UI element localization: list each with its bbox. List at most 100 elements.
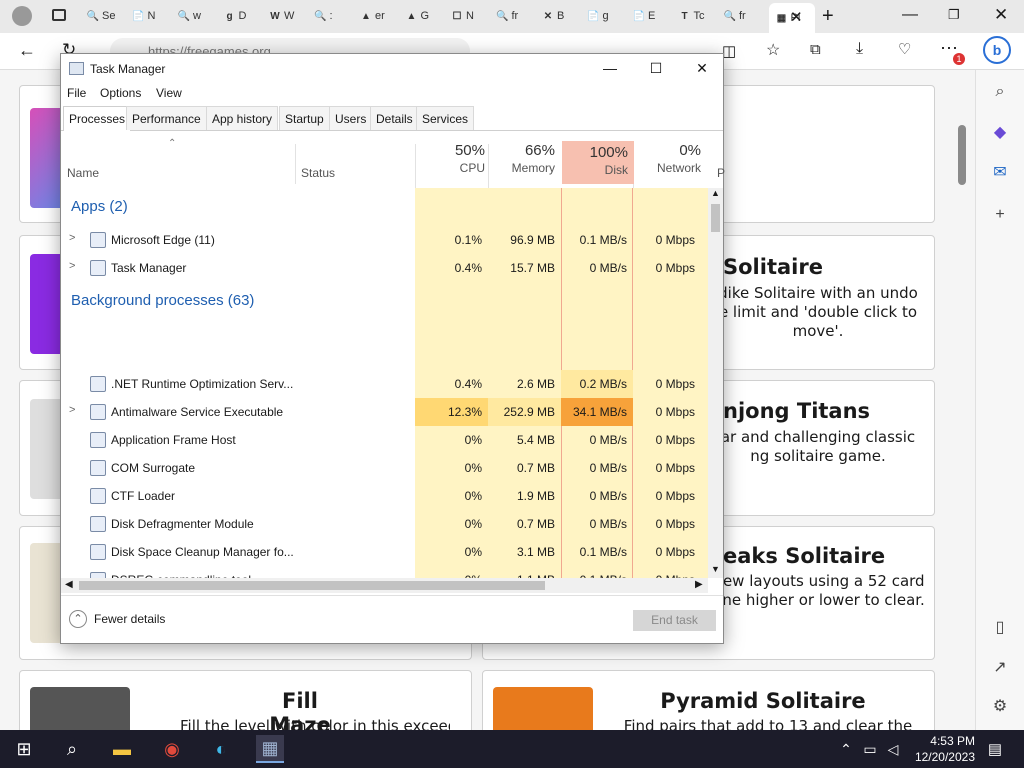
column-status[interactable]: Status — [301, 166, 335, 180]
task-manager-window: Task Manager — ☐ ✕ File Options View Pro… — [60, 53, 725, 644]
process-row[interactable]: Disk Space Cleanup Manager fo... 0% 3.1 MB… — [61, 538, 708, 566]
browser-tab[interactable]: ☐ N — [450, 5, 488, 27]
task-manager-icon — [69, 62, 84, 75]
fewer-details-button[interactable]: ⌃ Fewer details — [69, 610, 165, 628]
scroll-up-icon[interactable]: ▲ — [711, 188, 720, 198]
column-name[interactable]: Name — [67, 166, 99, 180]
browser-tab[interactable]: ✕ B — [541, 5, 579, 27]
disk-value: 0.1 MB/s — [561, 566, 633, 578]
column-network[interactable]: 0% Network — [635, 142, 701, 175]
process-row[interactable]: Application Frame Host 0% 5.4 MB 0 MB/s 0 Mb… — [61, 426, 708, 454]
column-memory[interactable]: 66% Memory — [490, 142, 555, 175]
menu-options[interactable]: Options — [100, 86, 141, 100]
horizontal-scrollbar[interactable]: ◀ ▶ — [61, 578, 708, 593]
end-task-button[interactable]: End task — [633, 610, 716, 631]
scrollbar-thumb[interactable] — [958, 125, 966, 185]
maximize-button[interactable]: ☐ — [642, 58, 670, 78]
expand-chevron-icon[interactable]: > — [69, 260, 75, 272]
minimize-browser-button[interactable]: — — [902, 6, 918, 24]
settings-icon[interactable]: ⚙ — [988, 694, 1012, 718]
hscroll-thumb[interactable] — [79, 581, 545, 590]
browser-tab[interactable]: 🔍 fr — [723, 5, 761, 27]
collections-icon[interactable]: ⧉ — [810, 41, 821, 58]
game-card[interactable]: Pyramid Solitaire Find pairs that add to… — [482, 670, 935, 730]
process-row[interactable]: COM Surrogate 0% 0.7 MB 0 MB/s 0 Mbps — [61, 454, 708, 482]
browser-tab[interactable]: T Tc — [678, 5, 716, 27]
notifications-icon[interactable]: ▤ — [981, 735, 1009, 763]
tab-actions-icon[interactable] — [52, 9, 66, 21]
browser-tab[interactable]: WW — [268, 5, 306, 27]
process-row[interactable]: .NET Runtime Optimization Serv... 0.4% 2.6… — [61, 370, 708, 398]
column-disk[interactable]: 100% Disk — [562, 141, 634, 184]
scroll-down-icon[interactable]: ▼ — [711, 564, 720, 574]
shopping-icon[interactable]: ◆ — [988, 120, 1012, 144]
process-row[interactable]: Disk Defragmenter Module 0% 0.7 MB 0 MB/s 0 … — [61, 510, 708, 538]
scroll-right-icon[interactable]: ▶ — [695, 579, 703, 590]
process-row[interactable]: > Antimalware Service Executable 12.3% 252.… — [61, 398, 708, 426]
close-tab-icon[interactable]: ✕ — [790, 8, 803, 26]
tab-details[interactable]: Details — [370, 106, 419, 130]
menu-view[interactable]: View — [156, 86, 182, 100]
browser-tab[interactable]: 🔍: — [314, 5, 352, 27]
downloads-icon[interactable]: ⤓ — [856, 40, 863, 58]
edge-sidebar: ⌕ ◆ ✉ + ▯ ↗ ⚙ — [975, 70, 1024, 730]
browser-tab[interactable]: ▲ G — [405, 5, 443, 27]
extensions-icon[interactable]: ♡ — [898, 40, 911, 58]
favorites-icon[interactable]: ☆ — [766, 40, 780, 60]
chrome-icon[interactable]: ◉ — [158, 735, 186, 763]
tab-startup[interactable]: Startup — [279, 106, 330, 130]
split-screen-icon[interactable]: ◫ — [722, 42, 736, 60]
external-link-icon[interactable]: ↗ — [988, 655, 1012, 679]
browser-tab[interactable]: 🔍 Se — [86, 5, 124, 27]
copilot-icon[interactable]: b — [983, 36, 1011, 64]
restore-browser-button[interactable]: ❐ — [948, 7, 960, 23]
tab-processes[interactable]: Processes — [63, 106, 132, 131]
browser-tab[interactable]: 📄 N — [132, 5, 170, 27]
game-card[interactable]: Fill Maze Fill the level with color in t… — [19, 670, 472, 730]
scroll-left-icon[interactable]: ◀ — [65, 579, 73, 590]
volume-icon[interactable]: ◁ — [879, 735, 907, 763]
hide-sidebar-icon[interactable]: ▯ — [988, 615, 1012, 639]
add-sidebar-icon[interactable]: + — [988, 203, 1012, 227]
new-tab-button[interactable]: + — [822, 5, 834, 28]
browser-tab[interactable]: gD — [223, 5, 261, 27]
process-row[interactable]: > Task Manager 0.4% 15.7 MB 0 MB/s 0 Mbps — [61, 254, 708, 282]
process-row[interactable]: > Microsoft Edge (11) 0.1% 96.9 MB 0.1 MB/s 0… — [61, 226, 708, 254]
search-icon[interactable]: ⌕ — [58, 735, 86, 763]
process-row[interactable]: DSREG commandline tool0%1.1 MB0.1 MB/s0 … — [61, 566, 708, 578]
close-browser-button[interactable]: ✕ — [994, 5, 1008, 25]
tab-favicon-icon: ✕ — [543, 10, 553, 22]
tab-app-history[interactable]: App history — [206, 106, 279, 130]
task-manager-taskbar-icon[interactable]: ▦ — [256, 735, 284, 763]
edge-taskbar-icon[interactable]: ◐ — [207, 735, 235, 763]
column-cpu[interactable]: 50% CPU — [417, 142, 485, 175]
outlook-icon[interactable]: ✉ — [988, 160, 1012, 184]
clock-time[interactable]: 4:53 PM — [915, 734, 975, 748]
tab-label: Tc — [693, 10, 705, 22]
scrollbar-thumb[interactable] — [711, 204, 720, 232]
file-explorer-icon[interactable]: ▬ — [108, 735, 136, 763]
back-icon[interactable]: ← — [18, 40, 36, 61]
browser-tab[interactable]: ▲ er — [359, 5, 397, 27]
page-scrollbar[interactable] — [955, 75, 969, 725]
minimize-button[interactable]: — — [596, 58, 624, 78]
clock-date[interactable]: 12/20/2023 — [906, 750, 975, 764]
process-row[interactable]: CTF Loader 0% 1.9 MB 0 MB/s 0 Mbps — [61, 482, 708, 510]
list-scrollbar[interactable]: ▲ ▼ — [708, 188, 723, 578]
search-icon[interactable]: ⌕ — [988, 80, 1012, 104]
expand-chevron-icon[interactable]: > — [69, 232, 75, 244]
column-power-clipped[interactable]: P — [717, 166, 725, 180]
start-icon[interactable]: ⊞ — [10, 735, 38, 763]
close-button[interactable]: ✕ — [688, 58, 716, 78]
profile-avatar[interactable] — [12, 6, 32, 26]
browser-tab[interactable]: 🔍 fr — [496, 5, 534, 27]
network-value: 0 Mbps — [655, 261, 695, 275]
expand-chevron-icon[interactable]: > — [69, 404, 75, 416]
tab-performance[interactable]: Performance — [126, 106, 207, 130]
tab-users[interactable]: Users — [329, 106, 373, 130]
browser-tab[interactable]: 📄 E — [632, 5, 670, 27]
menu-file[interactable]: File — [67, 86, 86, 100]
browser-tab[interactable]: 📄 g — [587, 5, 625, 27]
tab-services[interactable]: Services — [416, 106, 475, 130]
browser-tab[interactable]: 🔍 w — [177, 5, 215, 27]
